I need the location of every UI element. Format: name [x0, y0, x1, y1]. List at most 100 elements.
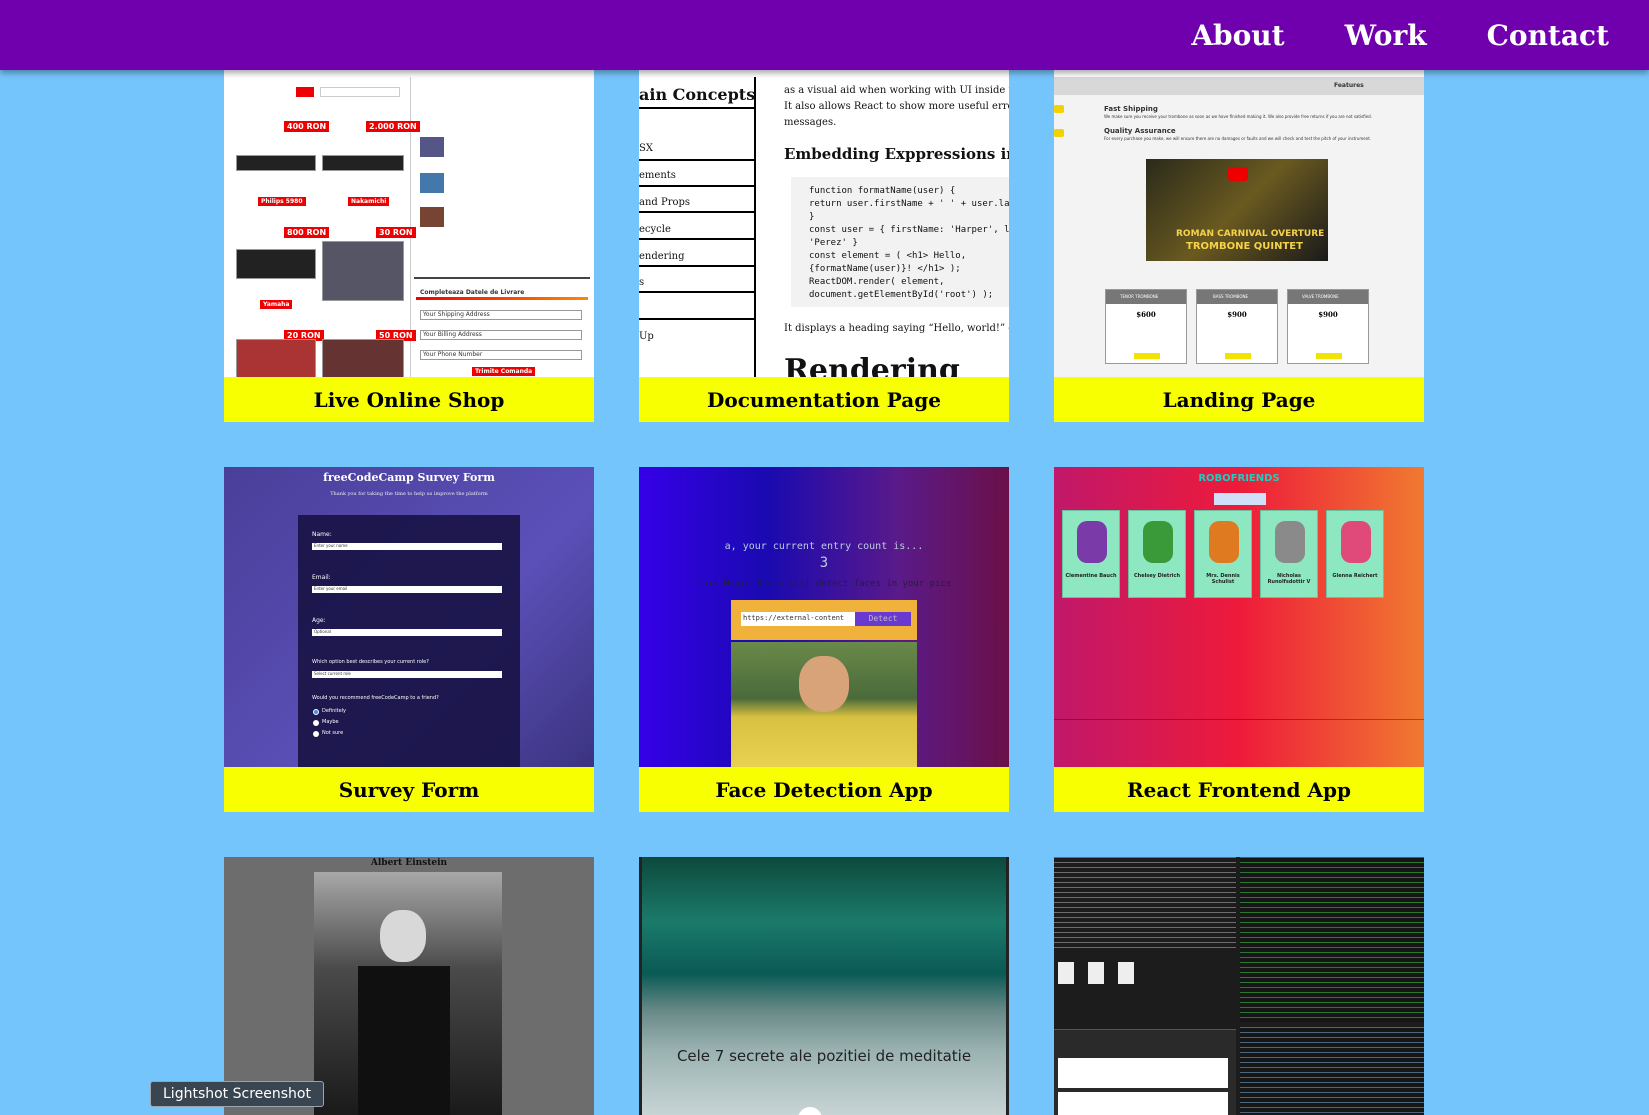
video-title: ROMAN CARNIVAL OVERTURE	[1176, 229, 1325, 239]
video-caption: Cele 7 secrete ale pozitiei de meditatie	[676, 1047, 972, 1065]
url-form: https://external-content Detect	[731, 600, 917, 640]
landing-nav-link: Features	[1334, 82, 1364, 89]
project-title: React Frontend App	[1054, 767, 1424, 812]
doc-sidebar-link: endering	[639, 251, 685, 262]
survey-form: Name: Enter your name Email: Enter your …	[298, 515, 520, 767]
product-name: Nakamichi	[348, 197, 390, 206]
nav-work-link[interactable]: Work	[1345, 19, 1427, 52]
doc-sidebar-link: ecycle	[639, 224, 671, 235]
plan-price: $900	[1318, 310, 1338, 319]
plan-name: BASS TROMBONE	[1213, 294, 1248, 299]
project-card-web-scraper[interactable]	[1054, 857, 1424, 1115]
submit-order-button: Trimite Comanda	[472, 367, 536, 376]
plan-price: $900	[1227, 310, 1247, 319]
product-image	[322, 155, 404, 171]
doc-sidebar-link: and Props	[639, 197, 691, 208]
project-card-landing-page[interactable]: Features Fast Shipping We make sure you …	[1054, 70, 1424, 422]
radio-option: Not sure	[322, 730, 344, 736]
doc-sidebar-link: ements	[639, 170, 676, 181]
nav-contact-link[interactable]: Contact	[1487, 19, 1609, 52]
delivery-form-title: Completeaza Datele de Livrare	[420, 289, 525, 296]
product-name: Philips 5980	[258, 197, 306, 206]
entry-count-text: a, your current entry count is...	[724, 541, 924, 552]
search-input	[1214, 493, 1266, 505]
product-image	[236, 155, 316, 171]
product-name: Yamaha	[260, 300, 293, 309]
project-thumbnail: a, your current entry count is... 3 This…	[639, 467, 1009, 767]
name-label: Name:	[312, 531, 332, 538]
project-card-survey-form[interactable]: freeCodeCamp Survey Form Thank you for t…	[224, 467, 594, 812]
doc-paragraph: It displays a heading saying “Hello, wor…	[784, 323, 1009, 334]
instructions-text: This Magic Brain will detect faces in yo…	[696, 579, 952, 589]
product-image	[236, 249, 316, 279]
cart-item-image	[420, 173, 444, 193]
project-card-meditation-video[interactable]: Cele 7 secrete ale pozitiei de meditatie	[639, 857, 1009, 1115]
lightshot-tooltip: Lightshot Screenshot	[150, 1081, 324, 1107]
project-card-react-frontend-app[interactable]: ROBOFRIENDS Clementine Bauch Chelsey Die…	[1054, 467, 1424, 812]
file-icon	[1058, 962, 1074, 984]
app-title: ROBOFRIENDS	[1198, 473, 1280, 484]
recommend-question: Would you recommend freeCodeCamp to a fr…	[312, 695, 439, 701]
phone-input: Your Phone Number	[420, 350, 582, 360]
doc-heading: Rendering	[784, 353, 960, 377]
doc-sidebar-link: SX	[639, 143, 653, 154]
feature-heading: Quality Assurance	[1104, 127, 1176, 135]
file-icon	[1118, 962, 1134, 984]
radio-icon	[313, 720, 319, 726]
robot-name: Mrs. Dennis Schulist	[1206, 573, 1240, 585]
radio-icon	[313, 731, 319, 737]
doc-sidebar-link: s	[639, 277, 645, 288]
project-card-documentation-page[interactable]: ain Concepts SX ements and Props ecycle …	[639, 70, 1009, 422]
robot-card: Chelsey Dietrich	[1128, 510, 1186, 598]
price-tag: 400 RON	[284, 121, 330, 132]
project-title: Landing Page	[1054, 377, 1424, 422]
doc-code-block: function formatName(user) { return user.…	[791, 177, 1009, 307]
projects-grid: 400 RON 2.000 RON Philips 5980 Nakamichi…	[0, 0, 1649, 1115]
feature-text: For every purchase you make, we will ens…	[1104, 136, 1372, 141]
role-select: Select current role	[312, 671, 502, 678]
play-icon	[798, 1107, 822, 1115]
pricing-card: VALVE TROMBONE $900	[1287, 289, 1369, 364]
project-card-live-online-shop[interactable]: 400 RON 2.000 RON Philips 5980 Nakamichi…	[224, 70, 594, 422]
einstein-photo	[314, 872, 502, 1115]
project-title: Face Detection App	[639, 767, 1009, 812]
select-button	[1134, 353, 1160, 359]
project-thumbnail: 400 RON 2.000 RON Philips 5980 Nakamichi…	[224, 77, 594, 377]
doc-paragraph: messages.	[784, 117, 837, 128]
robot-card: Mrs. Dennis Schulist	[1194, 510, 1252, 598]
video-embed: ROMAN CARNIVAL OVERTURE TROMBONE QUINTET	[1146, 159, 1328, 261]
radio-icon	[313, 709, 319, 715]
doc-sidebar-title: ain Concepts	[639, 85, 756, 104]
video-subtitle: TROMBONE QUINTET	[1186, 241, 1303, 252]
robot-name: Nicholas Runolfsdottir V	[1267, 573, 1311, 585]
age-label: Age:	[312, 617, 326, 624]
top-nav: About Work Contact	[0, 0, 1649, 70]
doc-heading: Embedding Exppressions in JSX	[784, 145, 1009, 163]
project-thumbnail: ain Concepts SX ements and Props ecycle …	[639, 77, 1009, 377]
survey-title: freeCodeCamp Survey Form	[323, 471, 495, 484]
project-card-tribute-page[interactable]: Albert Einstein	[224, 857, 594, 1115]
project-card-face-detection-app[interactable]: a, your current entry count is... 3 This…	[639, 467, 1009, 812]
project-thumbnail: Features Fast Shipping We make sure you …	[1054, 77, 1424, 377]
robot-card: Glenna Reichert	[1326, 510, 1384, 598]
billing-address-input: Your Billing Address	[420, 330, 582, 340]
entry-count: 3	[819, 555, 829, 571]
feature-text: We make sure you receive your trombone a…	[1104, 114, 1372, 119]
project-thumbnail: freeCodeCamp Survey Form Thank you for t…	[224, 467, 594, 767]
tribute-title: Albert Einstein	[370, 858, 448, 868]
project-thumbnail: Albert Einstein	[224, 857, 594, 1115]
price-tag: 2.000 RON	[366, 121, 420, 132]
project-title: Survey Form	[224, 767, 594, 812]
pricing-card: TENOR TROMBONE $600	[1105, 289, 1187, 364]
cart-item-image	[420, 137, 444, 157]
nav-about-link[interactable]: About	[1191, 19, 1284, 52]
cart-item-image	[420, 207, 444, 227]
email-label: Email:	[312, 574, 331, 581]
product-image	[322, 241, 404, 301]
robot-name: Chelsey Dietrich	[1133, 573, 1181, 579]
robot-name: Glenna Reichert	[1332, 573, 1378, 579]
robot-name: Clementine Bauch	[1065, 573, 1117, 579]
project-title: Live Online Shop	[224, 377, 594, 422]
role-question: Which option best describes your current…	[312, 659, 429, 665]
radio-option: Maybe	[322, 719, 339, 725]
